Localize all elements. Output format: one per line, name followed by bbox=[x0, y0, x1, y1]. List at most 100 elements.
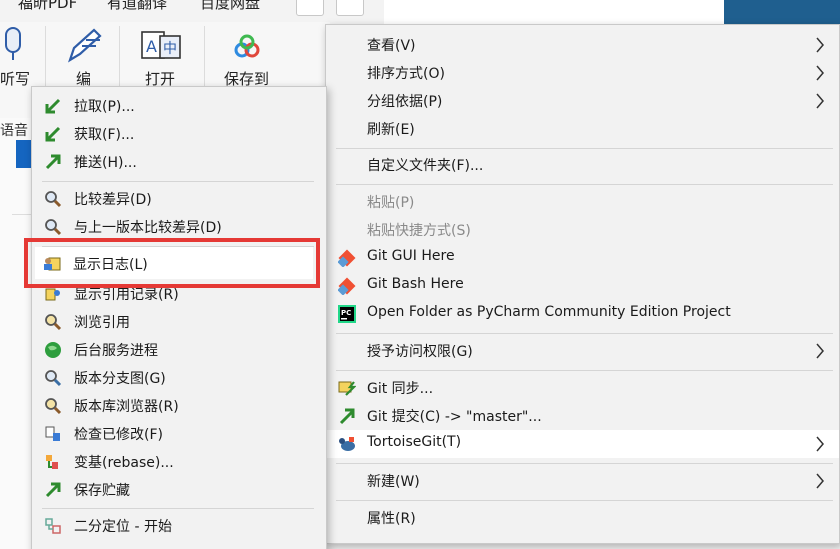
submenu-arrow-icon bbox=[816, 473, 824, 489]
menu-separator bbox=[336, 463, 833, 464]
desktop-wallpaper bbox=[724, 0, 840, 26]
menu-item-revision-graph[interactable]: 版本分支图(G) bbox=[32, 364, 326, 392]
menu-item-label: 版本分支图(G) bbox=[74, 371, 166, 387]
menu-item-open-pycharm[interactable]: PC Open Folder as PyCharm Community Edit… bbox=[326, 300, 839, 328]
menu-item-label: Git GUI Here bbox=[367, 248, 455, 264]
side-divider bbox=[12, 214, 32, 215]
menu-item-label: 新建(W) bbox=[367, 474, 420, 490]
menu-item-bisect-start[interactable]: 二分定位 - 开始 bbox=[32, 512, 326, 540]
submenu-arrow-icon bbox=[816, 93, 824, 109]
submenu-arrow-icon bbox=[816, 37, 824, 53]
git-commit-icon bbox=[339, 408, 355, 425]
tab-youdao[interactable]: 有道翻译 bbox=[107, 0, 167, 13]
git-gui-icon bbox=[338, 249, 356, 267]
rebase-icon bbox=[46, 455, 58, 469]
menu-item-git-gui[interactable]: Git GUI Here bbox=[326, 244, 839, 272]
menu-item-label: Git 提交(C) -> "master"... bbox=[367, 409, 542, 425]
menu-item-label: 与上一版本比较差异(D) bbox=[74, 220, 222, 236]
explorer-context-menu: 查看(V) 排序方式(O) 分组依据(P) 刷新(E) 自定义文件夹(F)...… bbox=[325, 24, 840, 544]
tab-foxit-pdf[interactable]: 福昕PDF bbox=[18, 0, 77, 13]
menu-item-label: 获取(F)... bbox=[74, 127, 135, 143]
menu-item-git-bash[interactable]: Git Bash Here bbox=[326, 272, 839, 300]
ribbon-dictate-label[interactable]: 听写 bbox=[0, 68, 30, 89]
menu-item-pull[interactable]: 拉取(P)... bbox=[32, 92, 326, 120]
menu-item-label: 属性(R) bbox=[367, 511, 416, 527]
translate-icon: A 中 bbox=[141, 31, 181, 59]
submenu-arrow-icon bbox=[816, 343, 824, 359]
tortoisegit-icon bbox=[339, 437, 355, 451]
menu-item-properties[interactable]: 属性(R) bbox=[326, 504, 839, 532]
menu-item-stash-save[interactable]: 保存贮藏 bbox=[32, 476, 326, 504]
menu-item-new[interactable]: 新建(W) bbox=[326, 467, 839, 495]
menu-item-label: 浏览引用 bbox=[74, 315, 130, 331]
edit-pen-icon bbox=[68, 28, 102, 63]
highlight-annotation-box bbox=[24, 238, 320, 288]
menu-item-group-by[interactable]: 分组依据(P) bbox=[326, 87, 839, 115]
top-bar: 福昕PDF 有道翻译 百度网盘 bbox=[0, 0, 384, 22]
menu-item-label: 粘贴(P) bbox=[367, 195, 415, 211]
menu-separator bbox=[42, 181, 314, 182]
microphone-icon bbox=[5, 27, 21, 60]
tab-baidu-pan[interactable]: 百度网盘 bbox=[200, 0, 260, 13]
menu-separator bbox=[336, 148, 833, 149]
menu-item-label: 检查已修改(F) bbox=[74, 427, 163, 443]
menu-item-view[interactable]: 查看(V) bbox=[326, 31, 839, 59]
menu-item-grant-access[interactable]: 授予访问权限(G) bbox=[326, 337, 839, 365]
submenu-arrow-icon bbox=[816, 65, 824, 81]
menu-item-label: 版本库浏览器(R) bbox=[74, 399, 179, 415]
tortoisegit-submenu: 拉取(P)... 获取(F)... 推送(H)... 比较差异(D) 与上一版本… bbox=[31, 86, 327, 549]
menu-item-sort-by[interactable]: 排序方式(O) bbox=[326, 59, 839, 87]
menu-item-diff[interactable]: 比较差异(D) bbox=[32, 185, 326, 213]
menu-item-label: 授予访问权限(G) bbox=[367, 344, 473, 360]
diff-magnifier-icon bbox=[45, 191, 62, 208]
menu-separator bbox=[336, 333, 833, 334]
menu-item-label: 保存贮藏 bbox=[74, 483, 130, 499]
menu-item-label: 后台服务进程 bbox=[74, 343, 158, 359]
menu-item-label: 比较差异(D) bbox=[74, 192, 152, 208]
menu-item-customize-folder[interactable]: 自定义文件夹(F)... bbox=[326, 151, 839, 179]
menu-item-refresh[interactable]: 刷新(E) bbox=[326, 115, 839, 143]
menu-item-daemon[interactable]: 后台服务进程 bbox=[32, 336, 326, 364]
svg-text:中: 中 bbox=[163, 41, 177, 57]
comment-button[interactable] bbox=[336, 0, 364, 16]
side-label: 语音 bbox=[0, 123, 28, 139]
pycharm-icon: PC bbox=[338, 305, 356, 323]
menu-item-label: 粘贴快捷方式(S) bbox=[367, 223, 471, 239]
svg-text:PC: PC bbox=[341, 309, 351, 317]
stash-save-icon bbox=[45, 482, 61, 498]
menu-item-tortoisegit[interactable]: TortoiseGit(T) bbox=[326, 430, 839, 458]
bisect-icon bbox=[45, 518, 61, 534]
menu-item-git-sync[interactable]: Git 同步... bbox=[326, 374, 839, 402]
browse-refs-icon bbox=[45, 314, 62, 331]
menu-item-git-commit[interactable]: Git 提交(C) -> "master"... bbox=[326, 402, 839, 430]
menu-item-label: Open Folder as PyCharm Community Edition… bbox=[367, 304, 731, 320]
diff-previous-icon bbox=[45, 219, 62, 236]
menu-item-diff-previous[interactable]: 与上一版本比较差异(D) bbox=[32, 213, 326, 241]
menu-item-label: 推送(H)... bbox=[74, 155, 137, 171]
menu-item-label: 查看(V) bbox=[367, 38, 416, 54]
check-modifications-icon bbox=[45, 426, 60, 441]
menu-item-label: 分组依据(P) bbox=[367, 94, 443, 110]
git-push-icon bbox=[45, 154, 61, 170]
share-button[interactable] bbox=[296, 0, 324, 16]
menu-item-rebase[interactable]: 变基(rebase)... bbox=[32, 448, 326, 476]
menu-item-fetch[interactable]: 获取(F)... bbox=[32, 120, 326, 148]
menu-item-browse-refs[interactable]: 浏览引用 bbox=[32, 308, 326, 336]
menu-separator bbox=[336, 370, 833, 371]
side-panel bbox=[0, 118, 32, 549]
revision-graph-icon bbox=[45, 370, 62, 387]
menu-item-push[interactable]: 推送(H)... bbox=[32, 148, 326, 176]
menu-item-check-modifications[interactable]: 检查已修改(F) bbox=[32, 420, 326, 448]
git-fetch-icon bbox=[45, 126, 61, 142]
repo-browser-icon bbox=[45, 398, 62, 415]
git-pull-icon bbox=[45, 98, 61, 114]
baidu-cloud-icon bbox=[234, 34, 260, 58]
menu-item-repo-browser[interactable]: 版本库浏览器(R) bbox=[32, 392, 326, 420]
submenu-arrow-icon bbox=[816, 436, 824, 452]
menu-item-label: 二分定位 - 开始 bbox=[74, 519, 172, 535]
document-area bbox=[384, 0, 724, 24]
svg-text:A: A bbox=[146, 37, 157, 56]
menu-item-label: Git Bash Here bbox=[367, 276, 464, 292]
git-sync-icon bbox=[338, 381, 356, 396]
menu-item-label: 排序方式(O) bbox=[367, 66, 445, 82]
